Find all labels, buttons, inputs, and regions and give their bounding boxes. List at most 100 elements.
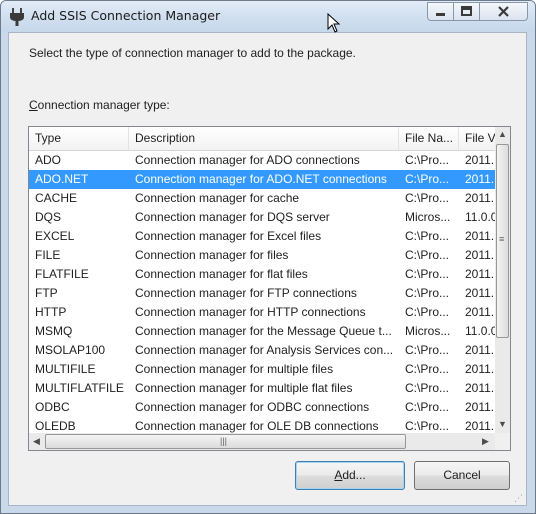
- cell-type: MULTIFLATFILE: [35, 381, 124, 395]
- cell-file-name: C:\Pro...: [405, 267, 450, 281]
- cell-description: Connection manager for ODBC connections: [135, 400, 370, 414]
- minimize-icon: [436, 13, 445, 16]
- column-header-description[interactable]: Description: [129, 127, 399, 150]
- dialog-body: Select the type of connection manager to…: [8, 32, 527, 506]
- list-row-file[interactable]: FILE Connection manager for files C:\Pro..…: [29, 246, 495, 265]
- list-row-excel[interactable]: EXCEL Connection manager for Excel files C…: [29, 227, 495, 246]
- cell-file-version: 2011.: [465, 153, 495, 167]
- list-row-odbc[interactable]: ODBC Connection manager for ODBC connecti…: [29, 398, 495, 417]
- cell-description: Connection manager for ADO.NET connectio…: [135, 172, 387, 186]
- label-mnemonic: C: [29, 98, 38, 112]
- ssis-plug-icon: [10, 8, 24, 26]
- column-header-file-name[interactable]: File Na...: [399, 127, 459, 150]
- cell-file-version: 2011.: [465, 248, 495, 262]
- cell-type: FTP: [35, 286, 58, 300]
- vertical-scrollbar[interactable]: ▲ ≡ ▼: [495, 127, 510, 433]
- cell-description: Connection manager for flat files: [135, 267, 308, 281]
- label-text: onnection manager type:: [37, 98, 170, 112]
- column-header-type[interactable]: Type: [29, 127, 129, 150]
- list-row-dqs[interactable]: DQS Connection manager for DQS server Micr…: [29, 208, 497, 227]
- grip-icon: ≡: [499, 234, 505, 244]
- horizontal-scroll-thumb[interactable]: |||: [45, 434, 406, 449]
- cell-file-version: 2011.: [465, 286, 495, 300]
- dialog-window: Add SSIS Connection Manager Select the t…: [0, 0, 536, 514]
- cell-file-name: Micros...: [405, 324, 451, 338]
- cell-description: Connection manager for DQS server: [135, 210, 330, 224]
- cancel-button[interactable]: Cancel: [414, 461, 510, 490]
- maximize-button[interactable]: [453, 2, 480, 21]
- scrollbar-corner: [495, 433, 510, 450]
- cell-file-version: 2011.: [465, 381, 495, 395]
- cell-type: EXCEL: [35, 229, 75, 243]
- mouse-cursor-icon: [327, 13, 341, 33]
- cell-file-name: C:\Pro...: [405, 229, 450, 243]
- cell-file-version: 2011.: [465, 343, 495, 357]
- connection-manager-type-label: Connection manager type:: [29, 98, 170, 112]
- cell-type: DQS: [35, 210, 62, 224]
- list-row-ftp[interactable]: FTP Connection manager for FTP connection…: [29, 284, 495, 303]
- cell-type: MULTIFILE: [35, 362, 96, 376]
- cell-description: Connection manager for HTTP connections: [135, 305, 366, 319]
- list-row-http[interactable]: HTTP Connection manager for HTTP connecti…: [29, 303, 495, 322]
- cell-description: Connection manager for FTP connections: [135, 286, 357, 300]
- cell-file-name: C:\Pro...: [405, 400, 450, 414]
- cell-file-version: 2011.: [465, 400, 495, 414]
- cell-type: HTTP: [35, 305, 67, 319]
- list-row-ado[interactable]: ADO Connection manager for ADO connection…: [29, 151, 495, 170]
- list-header: Type Description File Na... File V: [29, 127, 499, 151]
- resize-grip-icon[interactable]: ⋰: [514, 494, 523, 504]
- cell-file-name: Micros...: [405, 210, 451, 224]
- maximize-icon: [461, 6, 472, 16]
- cell-type: ODBC: [35, 400, 70, 414]
- title-bar[interactable]: Add SSIS Connection Manager: [1, 1, 535, 33]
- cell-file-version: 11.0.0: [465, 324, 498, 338]
- cell-type: MSMQ: [35, 324, 73, 338]
- cell-type: FLATFILE: [35, 267, 89, 281]
- grip-icon: |||: [220, 436, 228, 446]
- cell-description: Connection manager for the Message Queue…: [135, 324, 392, 338]
- cell-file-version: 11.0.0: [465, 210, 498, 224]
- cell-file-name: C:\Pro...: [405, 248, 450, 262]
- cell-file-name: C:\Pro...: [405, 286, 450, 300]
- cell-file-name: C:\Pro...: [405, 153, 450, 167]
- scroll-down-icon[interactable]: ▼: [498, 420, 507, 429]
- cell-type: FILE: [35, 248, 61, 262]
- cell-type: MSOLAP100: [35, 343, 106, 357]
- cell-file-version: 2011.: [465, 229, 495, 243]
- cell-description: Connection manager for files: [135, 248, 289, 262]
- cell-file-name: C:\Pro...: [405, 172, 450, 186]
- close-icon: [498, 6, 509, 17]
- list-row-cache[interactable]: CACHE Connection manager for cache C:\Pro.…: [29, 189, 495, 208]
- cell-file-name: C:\Pro...: [405, 305, 450, 319]
- horizontal-scrollbar[interactable]: ◀ ||| ▶: [29, 433, 495, 450]
- list-row-multiflatfile[interactable]: MULTIFLATFILE Connection manager for mult…: [29, 379, 495, 398]
- cell-file-version: 2011.: [465, 191, 495, 205]
- cell-file-version: 2011.: [465, 362, 495, 376]
- cell-description: Connection manager for multiple files: [135, 362, 334, 376]
- dialog-prompt: Select the type of connection manager to…: [29, 46, 356, 60]
- list-row-msmq[interactable]: MSMQ Connection manager for the Message Q…: [29, 322, 497, 341]
- cell-file-name: C:\Pro...: [405, 381, 450, 395]
- cell-type: ADO.NET: [35, 172, 89, 186]
- cell-file-name: C:\Pro...: [405, 362, 450, 376]
- vertical-scroll-thumb[interactable]: ≡: [496, 144, 509, 338]
- cell-type: ADO: [35, 153, 62, 167]
- cell-description: Connection manager for multiple flat fil…: [135, 381, 353, 395]
- window-title: Add SSIS Connection Manager: [31, 8, 221, 23]
- column-header-file-version[interactable]: File V: [459, 127, 499, 150]
- scroll-left-icon[interactable]: ◀: [33, 437, 40, 446]
- scroll-right-icon[interactable]: ▶: [482, 437, 489, 446]
- list-row-flatfile[interactable]: FLATFILE Connection manager for flat file…: [29, 265, 495, 284]
- close-button[interactable]: [479, 2, 528, 21]
- scroll-up-icon[interactable]: ▲: [498, 130, 507, 139]
- connection-type-list[interactable]: Type Description File Na... File V ADO Co…: [28, 126, 511, 451]
- list-row-msolap100[interactable]: MSOLAP100 Connection manager for Analysis…: [29, 341, 495, 360]
- add-button[interactable]: Add...: [295, 461, 405, 490]
- minimize-button[interactable]: [427, 2, 454, 21]
- list-row-multifile[interactable]: MULTIFILE Connection manager for multiple…: [29, 360, 495, 379]
- cell-file-name: C:\Pro...: [405, 191, 450, 205]
- add-label: dd...: [342, 468, 366, 482]
- cell-description: Connection manager for Excel files: [135, 229, 322, 243]
- cell-type: CACHE: [35, 191, 78, 205]
- list-row-ado-net[interactable]: ADO.NET Connection manager for ADO.NET co…: [29, 170, 495, 189]
